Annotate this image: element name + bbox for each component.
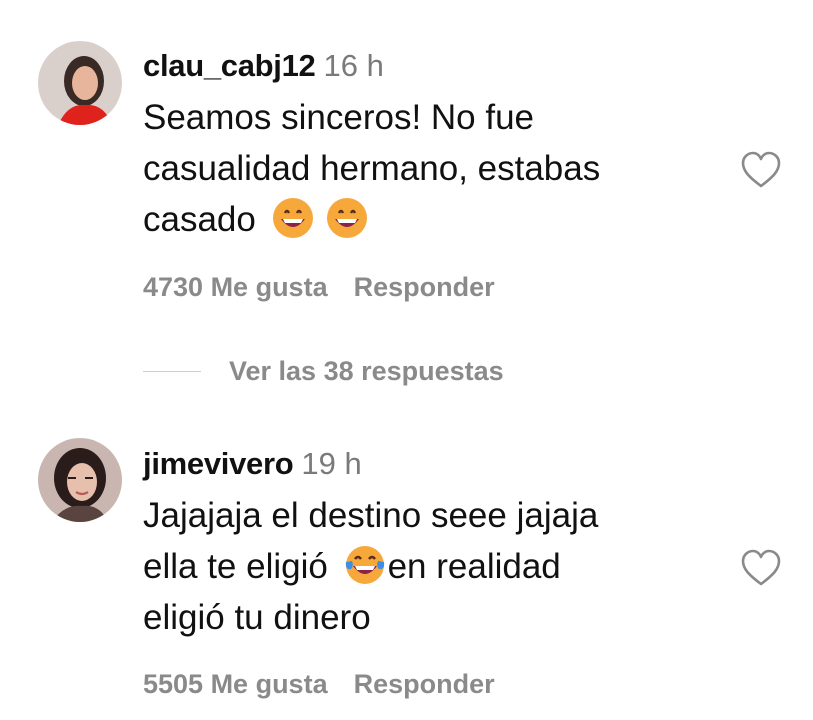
timestamp: 19 h: [301, 446, 362, 481]
comment-text: Seamos sinceros! No fue casualidad herma…: [143, 98, 601, 239]
tears-of-joy-emoji: [344, 544, 386, 586]
likes-count[interactable]: 5505 Me gusta: [143, 669, 328, 699]
username[interactable]: clau_cabj12: [143, 48, 316, 83]
comment-text: Jajajaja el destino seee jajaja ella te …: [143, 496, 599, 637]
divider: [143, 371, 201, 372]
username[interactable]: jimevivero: [143, 446, 294, 481]
timestamp: 16 h: [323, 48, 384, 83]
reply-button[interactable]: Responder: [354, 669, 495, 699]
heart-outline-icon[interactable]: [739, 548, 783, 588]
grinning-face-emoji: [272, 197, 314, 239]
likes-count[interactable]: 4730 Me gusta: [143, 272, 328, 302]
avatar[interactable]: [38, 41, 122, 125]
reply-button[interactable]: Responder: [354, 272, 495, 302]
grinning-face-emoji: [326, 197, 368, 239]
heart-outline-icon[interactable]: [739, 150, 783, 190]
avatar[interactable]: [38, 438, 122, 522]
view-replies-button[interactable]: Ver las 38 respuestas: [143, 356, 504, 387]
